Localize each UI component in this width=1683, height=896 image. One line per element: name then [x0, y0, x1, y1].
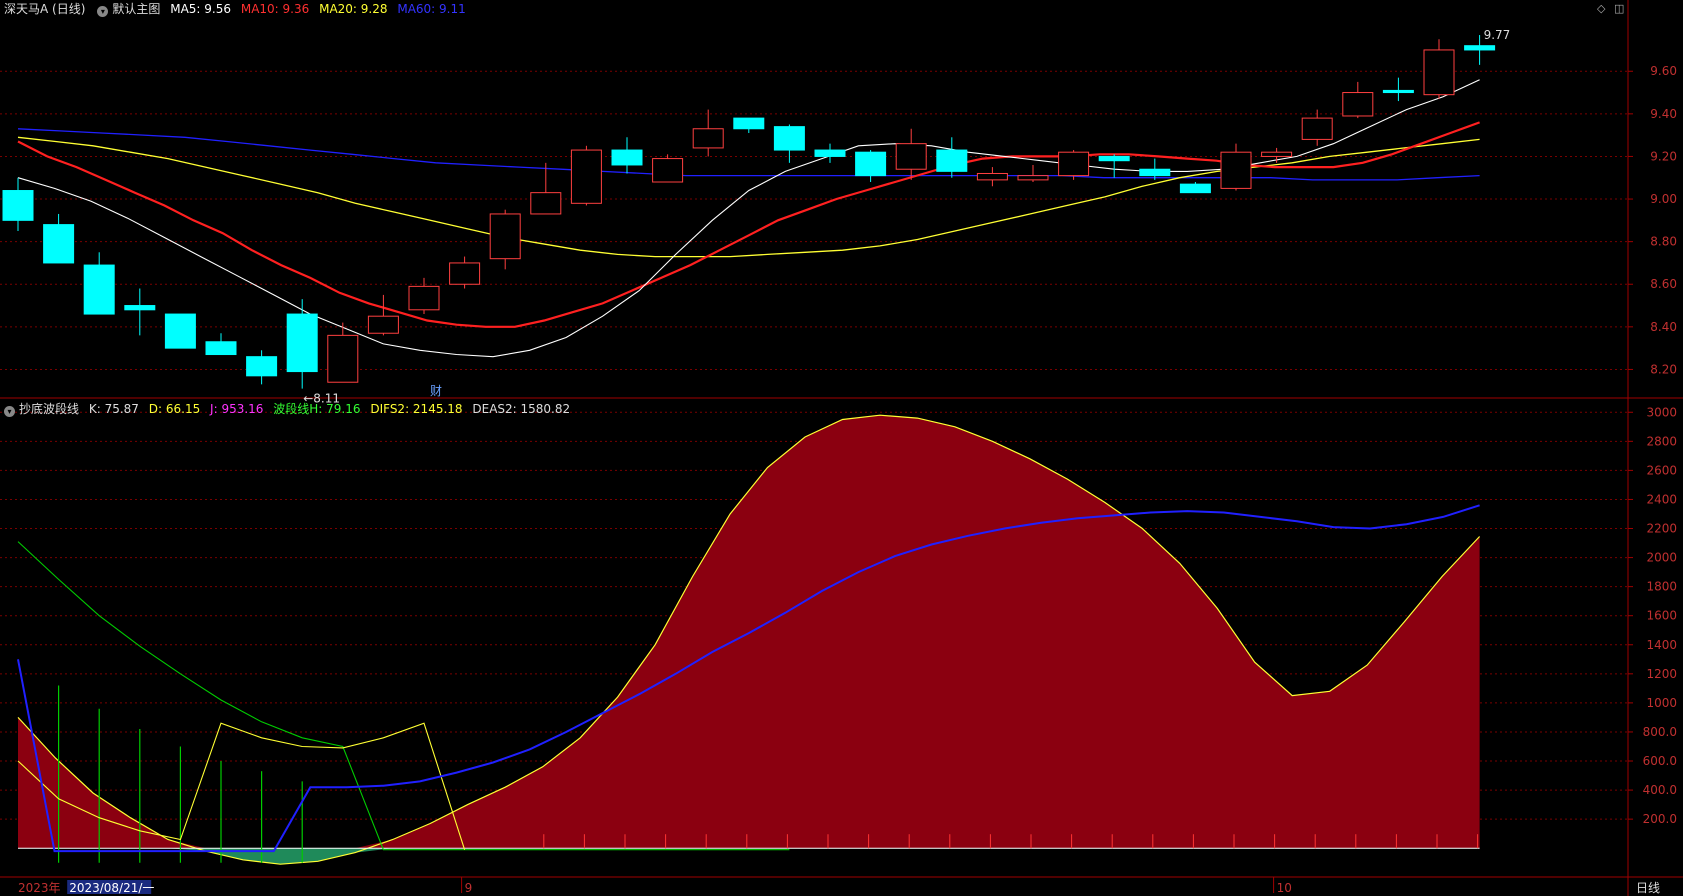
osc-tick-label: 1200: [1646, 667, 1677, 681]
j-value: J: 953.16: [210, 402, 264, 416]
candle-body[interactable]: [1017, 175, 1049, 181]
osc-red-area: [18, 415, 1480, 849]
high-price-label: 9.77: [1484, 28, 1511, 42]
candle-body[interactable]: [164, 313, 196, 349]
osc-tick-label: 1600: [1646, 609, 1677, 623]
candle-body[interactable]: [367, 315, 399, 334]
date-label: 9: [465, 881, 473, 895]
main-chart-label[interactable]: 默认主图: [112, 2, 160, 16]
wave-h-value: 波段线H: 79.16: [273, 402, 361, 416]
candle-body[interactable]: [408, 285, 440, 311]
candle-body[interactable]: [1382, 89, 1414, 94]
osc-tick-label: 600.0: [1643, 754, 1677, 768]
osc-tick-label: 1800: [1646, 580, 1677, 594]
indicator-name[interactable]: 抄底波段线: [19, 402, 79, 416]
price-tick-label: 9.20: [1650, 149, 1677, 163]
ma20-line: [17, 136, 1480, 258]
chevron-down-icon[interactable]: ▾: [4, 406, 15, 417]
osc-tick-label: 2400: [1646, 492, 1677, 506]
candle-body[interactable]: [489, 213, 521, 260]
candle-body[interactable]: [1342, 92, 1374, 117]
osc-tick-label: 2600: [1646, 463, 1677, 477]
candle-body[interactable]: [814, 149, 846, 157]
osc-tick-label: 800.0: [1643, 725, 1677, 739]
candle-body[interactable]: [1179, 183, 1211, 194]
main-chart-header: 深天马A (日线) ▾ 默认主图 MA5: 9.56 MA10: 9.36 MA20…: [4, 0, 472, 17]
indicator-header: ▾ 抄底波段线 K: 75.87 D: 66.15 J: 953.16 波段线H:…: [4, 400, 576, 417]
date-label: 2023年: [18, 881, 61, 895]
candle-body[interactable]: [2, 190, 34, 221]
candle-body[interactable]: [692, 128, 724, 149]
candle-body[interactable]: [733, 117, 765, 130]
candle-body[interactable]: [43, 224, 75, 264]
price-tick-label: 8.40: [1650, 320, 1677, 334]
osc-tick-label: 1000: [1646, 696, 1677, 710]
candle-body[interactable]: [1261, 151, 1293, 157]
candle-body[interactable]: [286, 313, 318, 373]
candle-body[interactable]: [1058, 151, 1090, 177]
price-tick-label: 9.60: [1650, 64, 1677, 78]
candle-body[interactable]: [1301, 117, 1333, 140]
ma5-label: MA5: 9.56: [170, 2, 232, 16]
candle-body[interactable]: [570, 149, 602, 204]
ma60-label: MA60: 9.11: [397, 2, 466, 16]
difs2-value: DIFS2: 2145.18: [370, 402, 463, 416]
candle-body[interactable]: [895, 143, 927, 170]
candle-body[interactable]: [124, 305, 156, 311]
deas2-value: DEAS2: 1580.82: [472, 402, 571, 416]
osc-tick-label: 2800: [1646, 434, 1677, 448]
candle-body[interactable]: [1464, 45, 1496, 51]
candle-body[interactable]: [246, 356, 278, 377]
candle-body[interactable]: [976, 172, 1008, 181]
stock-chart[interactable]: 9.60 9.40 9.20 9.00 8.80 8.60 8.40 8.20 3000 2800…: [0, 0, 1683, 896]
k-value: K: 75.87: [88, 402, 139, 416]
price-tick-label: 8.20: [1650, 362, 1677, 376]
price-tick-label: 9.40: [1650, 107, 1677, 121]
chevron-down-icon[interactable]: ▾: [97, 6, 109, 17]
candle-body[interactable]: [530, 192, 562, 215]
osc-tick-label: 2000: [1646, 551, 1677, 565]
candle-body[interactable]: [1098, 155, 1130, 162]
price-tick-label: 9.00: [1650, 192, 1677, 206]
date-label: 10: [1277, 881, 1292, 895]
candle-body[interactable]: [652, 158, 684, 183]
candle-body[interactable]: [327, 334, 359, 383]
ma10-line: [17, 121, 1480, 328]
osc-tick-label: 3000: [1646, 405, 1677, 419]
ma60-line: [17, 128, 1480, 181]
d-value: D: 66.15: [148, 402, 201, 416]
candle-body[interactable]: [1139, 168, 1171, 177]
candle-body[interactable]: [205, 341, 237, 356]
ma20-label: MA20: 9.28: [319, 2, 388, 16]
candle-body[interactable]: [449, 262, 481, 285]
price-tick-label: 8.80: [1650, 235, 1677, 249]
price-tick-label: 8.60: [1650, 277, 1677, 291]
osc-tick-label: 200.0: [1643, 812, 1677, 826]
period-label[interactable]: 日线: [1636, 881, 1660, 895]
osc-tick-label: 400.0: [1643, 783, 1677, 797]
candle-body[interactable]: [1423, 49, 1455, 96]
candle-body[interactable]: [611, 149, 643, 166]
restore-icon[interactable]: ◫: [1614, 2, 1624, 15]
candle-body[interactable]: [1220, 151, 1252, 189]
candle-body[interactable]: [773, 126, 805, 151]
candle-body[interactable]: [936, 149, 968, 172]
diamond-icon[interactable]: ◇: [1597, 2, 1605, 15]
date-label: 2023/08/21/一: [69, 881, 154, 895]
osc-tick-label: 1400: [1646, 638, 1677, 652]
candle-body[interactable]: [83, 264, 115, 315]
finance-marker[interactable]: 财: [430, 384, 442, 398]
ma10-label: MA10: 9.36: [240, 2, 310, 16]
osc-tick-label: 2200: [1646, 522, 1677, 536]
stock-name[interactable]: 深天马A (日线): [4, 2, 85, 16]
candle-body[interactable]: [855, 151, 887, 177]
